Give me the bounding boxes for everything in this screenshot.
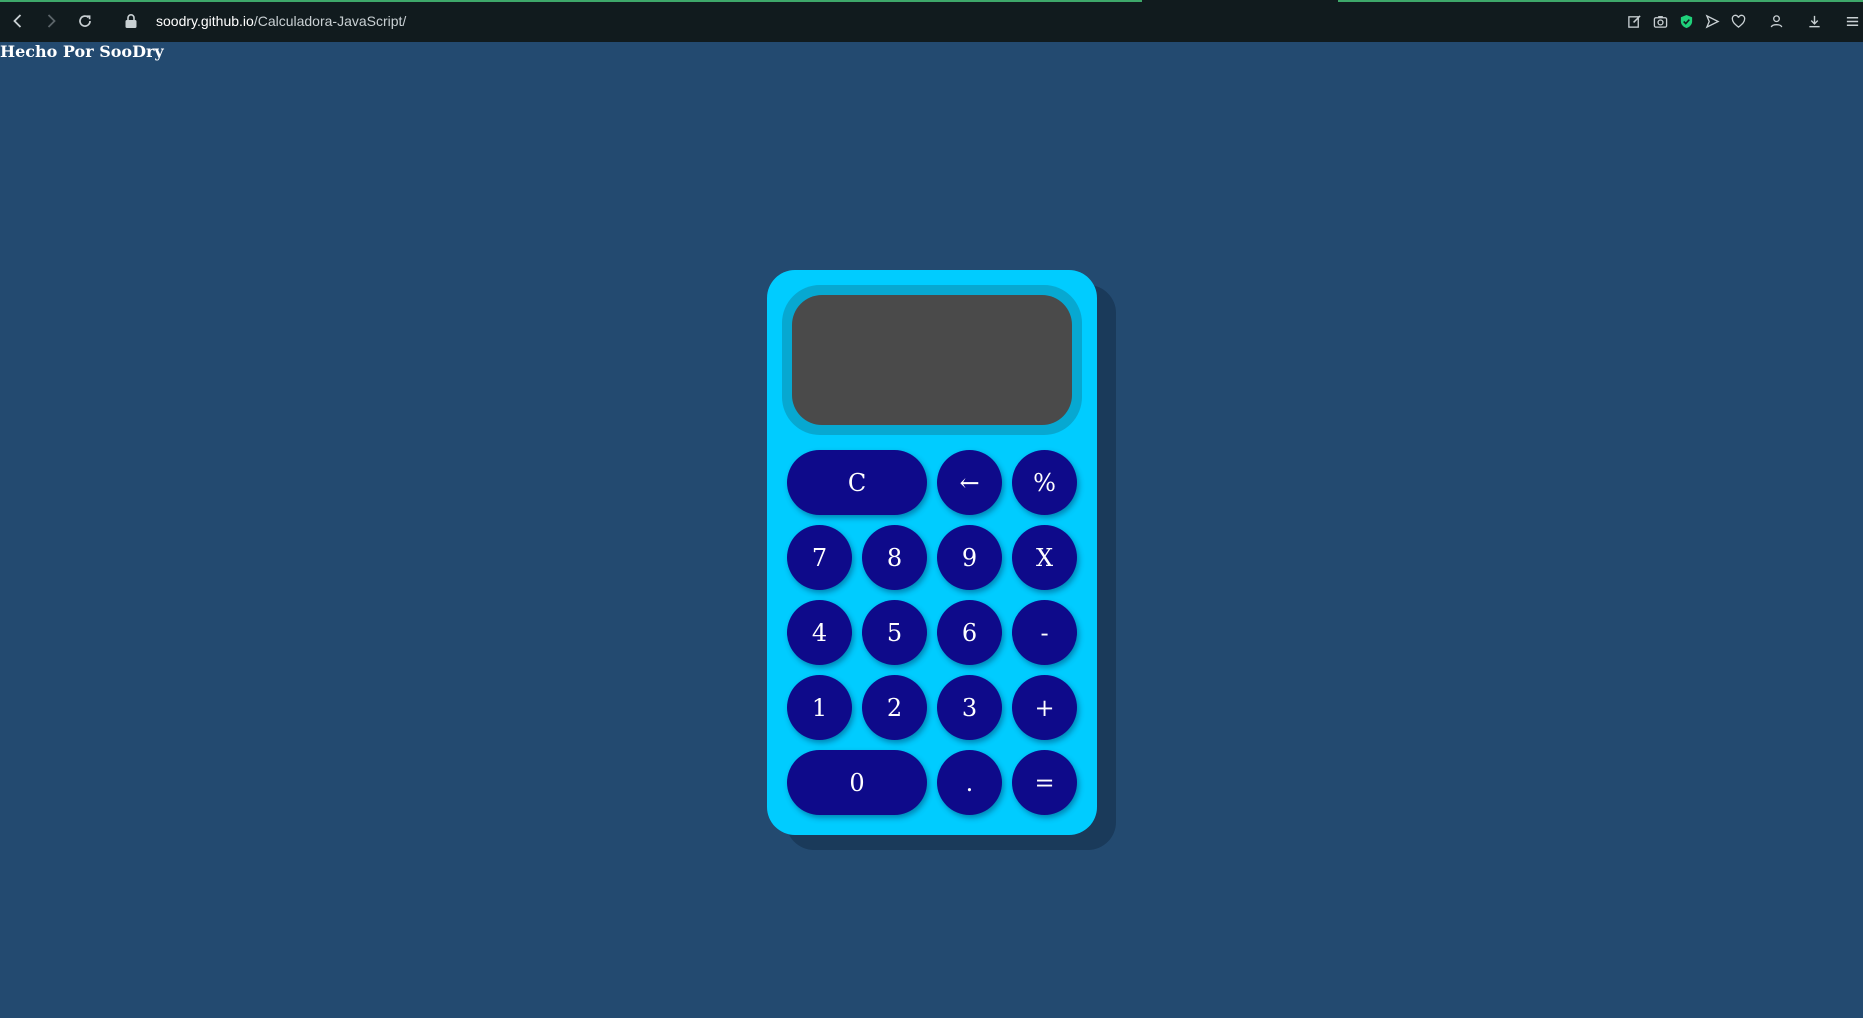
calculator-display bbox=[792, 295, 1072, 425]
add-button[interactable]: + bbox=[1012, 675, 1077, 740]
camera-icon bbox=[1653, 15, 1667, 28]
send-button[interactable] bbox=[1701, 10, 1723, 32]
menu-button[interactable] bbox=[1841, 10, 1863, 32]
forward-button[interactable] bbox=[40, 10, 62, 32]
percent-button[interactable]: % bbox=[1012, 450, 1077, 515]
reload-icon bbox=[79, 15, 91, 27]
backspace-button[interactable]: ← bbox=[937, 450, 1002, 515]
back-button[interactable] bbox=[7, 10, 29, 32]
multiply-button[interactable]: X bbox=[1012, 525, 1077, 590]
reload-button[interactable] bbox=[74, 10, 96, 32]
url-host: soodry.github.io bbox=[156, 13, 254, 29]
calculator: C ← % 7 8 9 X 4 5 6 - 1 2 3 + 0 . = bbox=[767, 270, 1097, 835]
favorites-button[interactable] bbox=[1727, 10, 1749, 32]
url-text: soodry.github.io/Calculadora-JavaScript/ bbox=[156, 13, 406, 29]
display-frame bbox=[782, 285, 1082, 435]
snapshot-button[interactable] bbox=[1649, 10, 1671, 32]
chevron-left-icon bbox=[13, 14, 22, 28]
adblock-button[interactable] bbox=[1675, 10, 1697, 32]
digit-6-button[interactable]: 6 bbox=[937, 600, 1002, 665]
chevron-right-icon bbox=[47, 14, 56, 28]
digit-1-button[interactable]: 1 bbox=[787, 675, 852, 740]
decimal-point-button[interactable]: . bbox=[937, 750, 1002, 815]
menu-icon bbox=[1846, 16, 1858, 26]
subtract-button[interactable]: - bbox=[1012, 600, 1077, 665]
user-icon bbox=[1770, 14, 1782, 27]
shield-check-icon bbox=[1680, 14, 1692, 28]
heart-icon bbox=[1731, 14, 1745, 28]
author-credit: Hecho Por SooDry bbox=[0, 42, 164, 61]
edit-page-button[interactable] bbox=[1623, 10, 1645, 32]
digit-5-button[interactable]: 5 bbox=[862, 600, 927, 665]
profile-button[interactable] bbox=[1765, 10, 1787, 32]
digit-0-button[interactable]: 0 bbox=[787, 750, 927, 815]
digit-7-button[interactable]: 7 bbox=[787, 525, 852, 590]
digit-8-button[interactable]: 8 bbox=[862, 525, 927, 590]
url-path: /Calculadora-JavaScript/ bbox=[253, 13, 407, 29]
browser-toolbar-icons bbox=[1619, 10, 1863, 32]
downloads-button[interactable] bbox=[1803, 10, 1825, 32]
address-bar[interactable]: soodry.github.io/Calculadora-JavaScript/ bbox=[124, 8, 406, 34]
edit-icon bbox=[1627, 14, 1641, 28]
digit-2-button[interactable]: 2 bbox=[862, 675, 927, 740]
lock-icon bbox=[125, 14, 137, 28]
digit-9-button[interactable]: 9 bbox=[937, 525, 1002, 590]
download-icon bbox=[1808, 15, 1820, 27]
digit-4-button[interactable]: 4 bbox=[787, 600, 852, 665]
equals-button[interactable]: = bbox=[1012, 750, 1077, 815]
loading-progress-line bbox=[0, 0, 1142, 2]
digit-3-button[interactable]: 3 bbox=[937, 675, 1002, 740]
browser-toolbar: soodry.github.io/Calculadora-JavaScript/ bbox=[0, 0, 1863, 42]
loading-progress-line-secondary bbox=[1338, 0, 1863, 2]
clear-button[interactable]: C bbox=[787, 450, 927, 515]
send-icon bbox=[1705, 13, 1720, 29]
